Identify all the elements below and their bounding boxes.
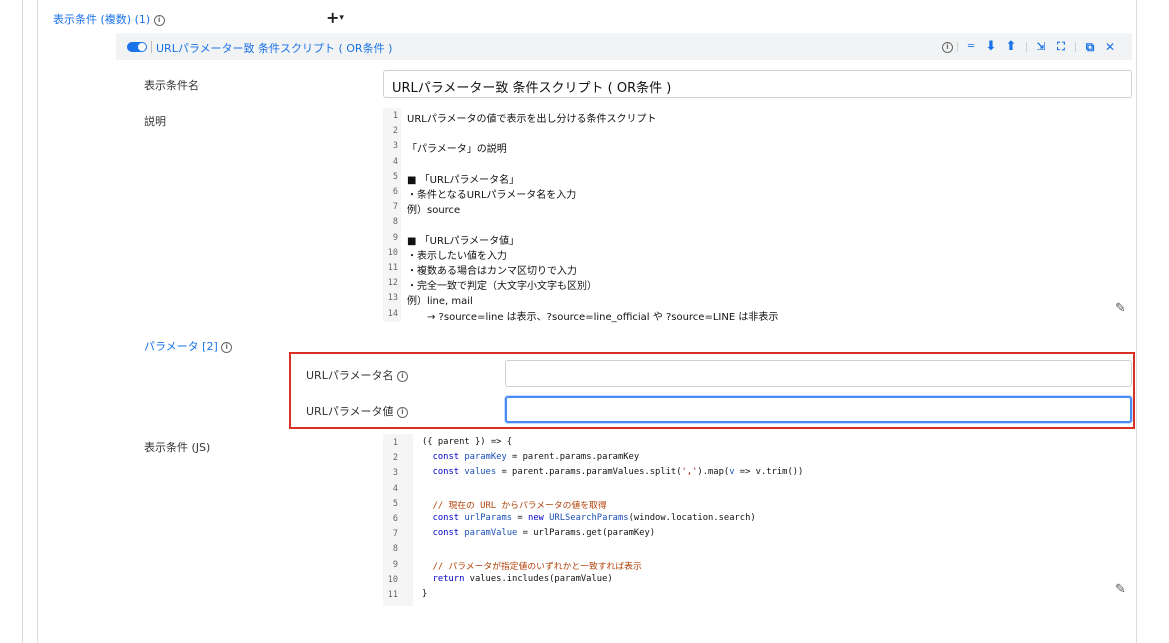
info-icon[interactable]: i (397, 406, 408, 418)
condition-name-value: URLパラメーター致 条件スクリプト ( OR条件 ) (392, 81, 672, 96)
expand-icon[interactable]: ⛶ (1054, 40, 1068, 54)
chevron-down-icon: ▾ (339, 13, 344, 23)
condition-name-input[interactable]: URLパラメーター致 条件スクリプト ( OR条件 ) (383, 70, 1132, 98)
code-line: const urlParams = new URLSearchParams(wi… (432, 513, 756, 523)
drag-handle-icon[interactable]: ═ (964, 40, 978, 54)
line-number-gutter (383, 108, 401, 322)
param-name-input[interactable] (505, 360, 1132, 387)
code-line: // 現在の URL からパラメータの値を取得 (422, 500, 607, 511)
line-number: 12 (387, 278, 398, 289)
toolbar-separator (957, 42, 958, 52)
description-line: ・複数ある場合はカンマ区切りで入力 (407, 266, 577, 277)
edit-js-icon[interactable]: ✎ (1115, 582, 1126, 597)
line-number: 3 (392, 141, 398, 152)
code-line: } (422, 589, 428, 599)
enable-toggle[interactable] (127, 42, 147, 52)
code-line: return values.includes(paramValue) (432, 573, 613, 584)
param-value-label: URLパラメータ値 i (306, 403, 408, 419)
line-number: 4 (392, 483, 398, 494)
line-number: 3 (392, 468, 398, 479)
description-line: URLパラメータの値で表示を出し分ける条件スクリプト (407, 114, 657, 125)
line-number: 13 (387, 293, 398, 304)
line-number: 2 (392, 126, 398, 137)
line-number: 9 (392, 559, 398, 570)
inner-frame-right (1136, 0, 1137, 643)
condition-name-label: 表示条件名 (144, 79, 199, 92)
move-down-icon[interactable]: ⬇ (984, 40, 998, 54)
line-number: 10 (387, 247, 398, 258)
collapse-icon[interactable]: ⇲ (1034, 40, 1048, 54)
line-number: 7 (392, 529, 398, 540)
info-icon[interactable]: i (221, 341, 233, 353)
param-value-input[interactable] (505, 396, 1132, 423)
description-line: ・表示したい値を入力 (407, 250, 507, 262)
description-line: ■ 「URLパラメータ名」 (407, 174, 520, 186)
code-line: // パラメータが指定値のいずれかと一致すれば表示 (422, 561, 642, 572)
edit-description-icon[interactable]: ✎ (1115, 301, 1126, 316)
code-line: const values = parent.params.paramValues… (432, 467, 804, 478)
description-line: 例）source (407, 205, 461, 217)
close-icon[interactable]: ✕ (1103, 40, 1117, 54)
description-line: → ?source=line は表示、?source=line_official… (407, 311, 779, 323)
param-value-label-text: URLパラメータ値 (306, 405, 394, 418)
description-line: ・完全一致で判定（大文字小文字も区別） (407, 281, 597, 293)
parameters-title[interactable]: パラメータ [2] i (144, 338, 233, 354)
parameters-title-text: パラメータ [2] (144, 340, 218, 353)
line-number: 11 (387, 590, 398, 600)
toggle-knob (138, 43, 146, 51)
line-number: 8 (392, 544, 398, 555)
js-condition-label: 表示条件 (JS) (144, 441, 211, 454)
add-condition-button[interactable]: +▾ (326, 8, 344, 27)
param-name-label: URLパラメータ名 i (306, 367, 408, 383)
line-number: 11 (387, 263, 398, 273)
info-icon[interactable]: i (153, 14, 165, 26)
plus-icon: + (326, 8, 340, 27)
description-line: 「パラメータ」の説明 (407, 144, 507, 156)
line-number: 2 (392, 453, 398, 464)
code-line: ({ parent }) => { (422, 437, 513, 447)
code-line: const paramValue = urlParams.get(paramKe… (432, 528, 656, 539)
line-number: 1 (392, 438, 398, 448)
copy-icon[interactable]: ⧉ (1083, 40, 1097, 54)
info-icon[interactable]: i (942, 42, 953, 53)
condition-title[interactable]: URLパラメーター致 条件スクリプト ( OR条件 ) (156, 40, 392, 56)
line-number: 10 (387, 574, 398, 585)
description-line: ■ 「URLパラメータ値」 (407, 235, 520, 247)
line-number: 5 (392, 498, 398, 509)
js-code-editor[interactable]: 1 ({ parent }) => { 2 const paramKey = par… (383, 434, 1132, 606)
toolbar-separator (1075, 42, 1076, 52)
toggle-divider (151, 41, 152, 53)
line-number: 14 (387, 308, 398, 319)
line-number: 1 (392, 111, 398, 121)
toolbar-separator (1026, 42, 1027, 52)
line-number: 5 (392, 171, 398, 182)
description-line: ・条件となるURLパラメータ名を入力 (407, 190, 577, 201)
line-number: 9 (392, 232, 398, 243)
outer-frame-left (22, 0, 23, 643)
inner-frame-left (37, 0, 38, 643)
line-number: 6 (392, 187, 398, 197)
move-up-icon[interactable]: ⬆ (1004, 40, 1018, 54)
line-number: 6 (392, 514, 398, 524)
line-number: 8 (392, 217, 398, 228)
conditions-title[interactable]: 表示条件 (複数) (1) i (53, 11, 165, 27)
line-number: 7 (392, 202, 398, 213)
conditions-title-text: 表示条件 (複数) (1) (53, 13, 151, 26)
code-line: const paramKey = parent.params.paramKey (432, 452, 640, 463)
info-icon[interactable]: i (397, 370, 408, 382)
description-label: 説明 (144, 115, 166, 128)
param-name-label-text: URLパラメータ名 (306, 369, 394, 382)
description-editor[interactable]: 1 URLパラメータの値で表示を出し分ける条件スクリプト 2 3 「パラメータ」の説明 4… (383, 108, 1132, 323)
line-number: 4 (392, 156, 398, 167)
description-line: 例）line, mail (407, 296, 473, 308)
